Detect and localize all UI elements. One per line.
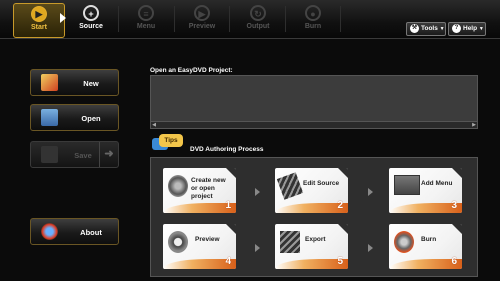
process-step-card: Create new or open project 1 (163, 168, 236, 213)
open-project-button[interactable]: Open (30, 104, 119, 131)
step-start-button[interactable]: ▶ Start (13, 3, 65, 38)
recent-projects-list[interactable]: ◀ ▶ (150, 75, 478, 129)
chevron-down-icon: ▼ (478, 26, 484, 32)
arrow-right-icon (368, 188, 373, 196)
preview-icon: ▶ (194, 5, 210, 21)
arrow-right-icon (255, 188, 260, 196)
about-logo-icon (41, 223, 58, 240)
play-icon: ▶ (31, 6, 47, 22)
chevron-down-icon: ▼ (439, 26, 445, 32)
step-menu-button[interactable]: ≡ Menu (121, 3, 171, 36)
step-burn-button[interactable]: ● Burn (288, 3, 338, 36)
menu-icon: ≡ (138, 5, 154, 21)
toolbar-divider (118, 6, 119, 32)
save-dropdown-arrow-icon[interactable]: ➜ (99, 142, 118, 167)
help-icon: ? (452, 23, 461, 33)
help-menu-button[interactable]: ? Help ▼ (448, 22, 486, 36)
plus-icon: + (83, 5, 99, 21)
flaming-disc-icon (394, 231, 414, 253)
toolbar-divider (229, 6, 230, 32)
save-project-button[interactable]: Save ➜ (30, 141, 119, 168)
menu-title-icon (394, 175, 420, 195)
wrench-icon: ⚒ (410, 23, 419, 33)
floppy-disk-icon (41, 146, 58, 163)
burn-icon: ● (305, 5, 321, 21)
process-step-card: Add Menu 3 (389, 168, 462, 213)
horizontal-scrollbar[interactable]: ◀ ▶ (151, 121, 477, 128)
tools-menu-button[interactable]: ⚒ Tools ▼ (406, 22, 446, 36)
scroll-right-icon[interactable]: ▶ (471, 122, 477, 128)
new-project-button[interactable]: New (30, 69, 119, 96)
arrow-right-icon (368, 244, 373, 252)
process-step-card: Edit Source 2 (275, 168, 348, 213)
step-preview-button[interactable]: ▶ Preview (177, 3, 227, 36)
about-button[interactable]: About (30, 218, 119, 245)
new-project-icon (41, 74, 58, 91)
tips-badge: Tips (152, 134, 184, 152)
film-strip-icon (276, 172, 304, 200)
folder-icon (41, 109, 58, 126)
top-toolbar: ▶ Start + Source ≡ Menu ▶ Preview ↻ Outp… (0, 0, 500, 39)
dvd-disc-icon (168, 175, 188, 197)
process-step-card: Preview 4 (163, 224, 236, 269)
process-step-card: Burn 6 (389, 224, 462, 269)
open-project-label: Open an EasyDVD Project: (150, 67, 233, 74)
output-icon: ↻ (250, 5, 266, 21)
process-panel: Create new or open project 1 Edit Source… (150, 157, 478, 277)
process-step-card: Export 5 (275, 224, 348, 269)
scroll-left-icon[interactable]: ◀ (151, 122, 157, 128)
process-title: DVD Authoring Process (190, 146, 264, 153)
toolbar-divider (285, 6, 286, 32)
arrow-right-icon (255, 244, 260, 252)
step-source-button[interactable]: + Source (66, 3, 116, 36)
toolbar-divider (340, 6, 341, 32)
film-export-icon (280, 231, 300, 253)
step-output-button[interactable]: ↻ Output (233, 3, 283, 36)
preview-play-icon (168, 231, 188, 253)
toolbar-divider (174, 6, 175, 32)
